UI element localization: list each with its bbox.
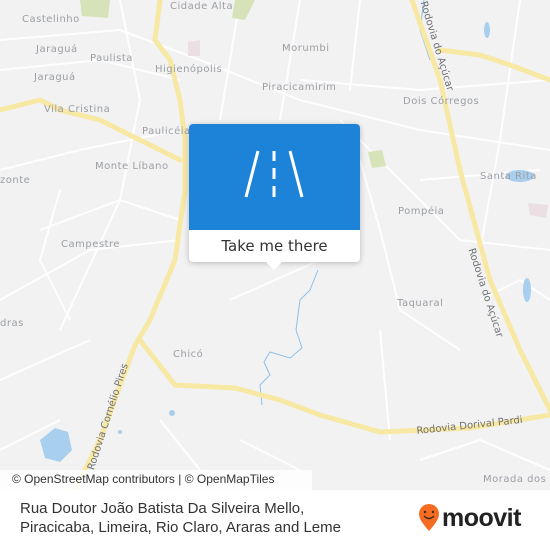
address: Rua Doutor João Batista Da Silveira Mell… xyxy=(20,499,341,537)
place-label: Campestre xyxy=(61,239,121,250)
place-label: Higienópolis xyxy=(155,64,223,75)
moovit-logo[interactable]: moovit xyxy=(418,504,521,532)
place-label: Taquaral xyxy=(397,298,444,309)
place-label: Morada dos xyxy=(483,474,547,485)
address-line-1: Rua Doutor João Batista Da Silveira Mell… xyxy=(20,500,305,517)
place-label: Piracicamirim xyxy=(262,82,337,93)
destination-popup[interactable]: Take me there xyxy=(189,124,360,270)
place-label: zonte xyxy=(0,175,31,186)
road-icon xyxy=(244,150,304,198)
moovit-wordmark: moovit xyxy=(442,504,521,532)
moovit-pin-icon xyxy=(419,504,439,531)
place-label: Monte Líbano xyxy=(95,161,169,172)
place-label: Paulicéia xyxy=(142,126,191,137)
place-label: Chicó xyxy=(173,349,204,360)
place-label: Jaraguá xyxy=(34,72,76,83)
place-label: dras xyxy=(0,318,24,329)
place-label: Pompéia xyxy=(398,206,445,217)
place-label: Paulista xyxy=(90,53,133,64)
park xyxy=(232,0,255,20)
map-attribution[interactable]: © OpenStreetMap contributors | © OpenMap… xyxy=(0,470,312,490)
place-label: Dois Córregos xyxy=(403,96,480,107)
place-label: Vila Cristina xyxy=(44,104,111,115)
building-area xyxy=(528,203,548,218)
popup-pointer xyxy=(265,261,283,270)
place-label: Morumbi xyxy=(282,43,330,54)
place-label: Castelinho xyxy=(22,14,80,25)
place-label: Jaraguá xyxy=(36,44,78,55)
map[interactable]: Castelinho Jaraguá Jaraguá Paulista Cida… xyxy=(0,0,550,490)
river xyxy=(259,269,319,406)
park xyxy=(80,0,110,18)
building-area xyxy=(188,40,200,56)
park xyxy=(368,150,386,168)
place-label: Santa Rita xyxy=(480,171,537,182)
take-me-there-button[interactable]: Take me there xyxy=(189,230,360,262)
address-line-2: Piracicaba, Limeira, Rio Claro, Araras a… xyxy=(20,519,341,536)
place-label: Cidade Alta xyxy=(170,1,234,12)
footer: Rua Doutor João Batista Da Silveira Mell… xyxy=(0,490,550,550)
popup-header[interactable] xyxy=(189,124,360,230)
